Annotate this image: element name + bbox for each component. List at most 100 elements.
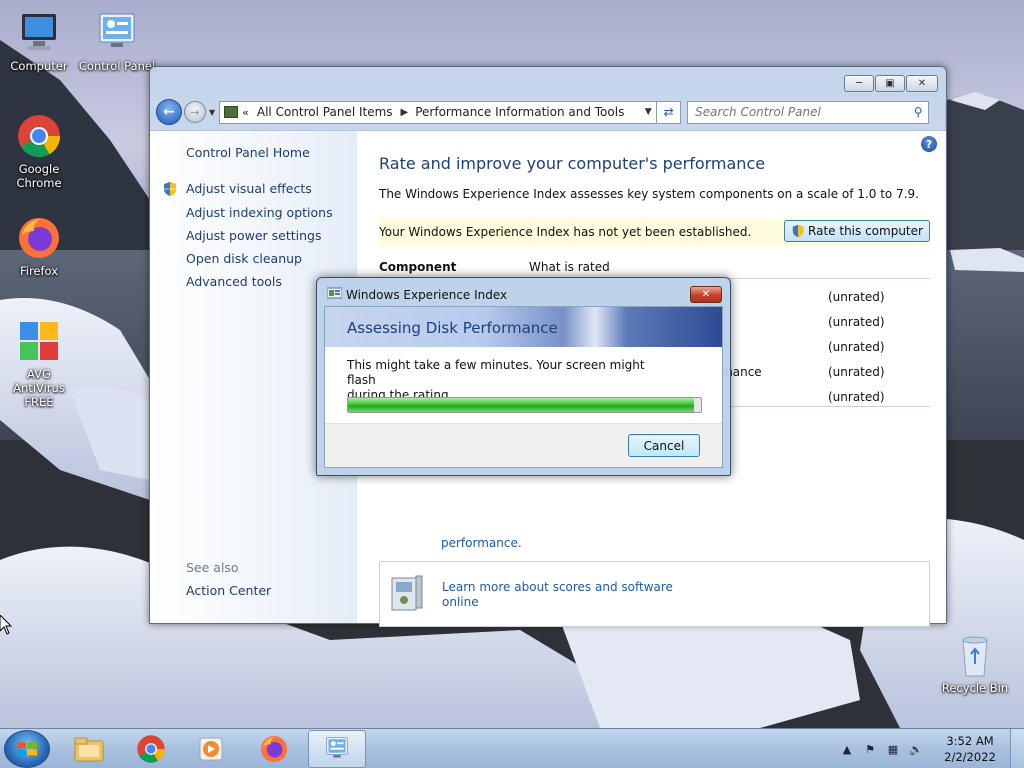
dialog-body: Assessing Disk Performance This might ta…	[324, 306, 723, 468]
breadcrumb-item[interactable]: All Control Panel Items	[257, 105, 393, 119]
page-description: The Windows Experience Index assesses ke…	[379, 187, 919, 201]
system-tray: ▲ ⚑ ▦ 🔈 3:52 AM 2/2/2022	[838, 729, 1024, 768]
desktop-icon-label: Control Panel	[78, 59, 156, 73]
show-desktop-button[interactable]	[1010, 729, 1024, 768]
search-box[interactable]: ⚲	[687, 100, 930, 124]
wei-notice-text: Your Windows Experience Index has not ye…	[379, 225, 752, 239]
learn-more-line: Learn more about scores and software	[442, 580, 673, 594]
firefox-icon	[260, 735, 288, 763]
component-table-header: Component What is rated	[379, 257, 930, 279]
avg-antivirus-icon	[16, 318, 62, 364]
recycle-bin-icon	[952, 632, 998, 678]
address-bar[interactable]: « All Control Panel Items ▶ Performance …	[219, 100, 658, 124]
dialog-title: Windows Experience Index	[346, 288, 508, 302]
network-icon[interactable]: ▦	[884, 743, 902, 756]
cancel-button[interactable]: Cancel	[628, 434, 700, 457]
desktop-icon-label: Recycle Bin	[941, 681, 1009, 695]
search-icon[interactable]: ⚲	[908, 105, 928, 119]
desktop-icon-google-chrome[interactable]: Google Chrome	[0, 113, 78, 190]
chrome-icon	[137, 735, 165, 763]
table-cell-score: (unrated)	[828, 390, 885, 404]
desktop-icon-recycle-bin[interactable]: Recycle Bin	[936, 632, 1014, 695]
clock-time: 3:52 AM	[946, 734, 994, 748]
desktop-icon-label: Firefox	[19, 264, 59, 278]
taskbar-media-player-button[interactable]	[182, 730, 240, 768]
desktop-icon-control-panel[interactable]: Control Panel	[78, 10, 156, 73]
taskbar-control-panel-button[interactable]	[308, 730, 366, 768]
assessment-progress-bar	[347, 397, 702, 413]
table-cell-score: (unrated)	[828, 315, 885, 329]
see-also-heading: See also	[186, 560, 239, 575]
windows-logo-icon	[17, 742, 37, 756]
refresh-button[interactable]: ⇄	[657, 100, 682, 124]
learn-more-box: Learn more about scores and software onl…	[379, 561, 930, 627]
rate-this-computer-button[interactable]: Rate this computer	[784, 220, 930, 242]
forward-button[interactable]: →	[184, 101, 206, 123]
computer-icon	[16, 10, 62, 56]
volume-icon[interactable]: 🔈	[907, 743, 925, 756]
breadcrumb-overflow-icon[interactable]: «	[242, 106, 249, 119]
taskbar-explorer-button[interactable]	[60, 730, 118, 768]
recent-pages-dropdown[interactable]: ▼	[209, 108, 215, 117]
desktop-icon-avg-antivirus[interactable]: AVG AntiVirus FREE	[0, 318, 78, 409]
desktop-icon-label: AVG AntiVirus FREE	[13, 367, 65, 409]
desktop-icon-label: Google Chrome	[16, 162, 62, 190]
desktop-icon-computer[interactable]: Computer	[0, 10, 78, 73]
back-button[interactable]: ←	[156, 99, 182, 125]
dialog-heading: Assessing Disk Performance	[347, 319, 558, 337]
back-arrow-icon: ←	[163, 104, 175, 120]
table-cell-score: (unrated)	[828, 365, 885, 379]
maximize-button[interactable]: ▣	[875, 75, 905, 92]
taskbar-chrome-button[interactable]	[122, 730, 180, 768]
rate-button-label: Rate this computer	[808, 224, 923, 238]
clock[interactable]: 3:52 AM 2/2/2022	[930, 733, 1010, 765]
close-button[interactable]: ✕	[906, 75, 938, 92]
address-dropdown-icon[interactable]: ▼	[640, 107, 656, 117]
taskbar: ▲ ⚑ ▦ 🔈 3:52 AM 2/2/2022	[0, 728, 1024, 768]
dialog-footer: Cancel	[325, 423, 722, 467]
page-title: Rate and improve your computer's perform…	[379, 154, 766, 173]
navigation-bar: ← → ▼ « All Control Panel Items ▶ Perfor…	[156, 98, 938, 126]
search-input[interactable]	[695, 105, 909, 119]
action-center-link[interactable]: Action Center	[186, 583, 271, 598]
adjust-indexing-options-link[interactable]: Adjust indexing options	[186, 205, 333, 220]
taskbar-firefox-button[interactable]	[245, 730, 303, 768]
control-panel-home-link[interactable]: Control Panel Home	[186, 145, 310, 160]
table-cell-score: (unrated)	[828, 290, 885, 304]
wei-notice-bar: Your Windows Experience Index has not ye…	[379, 218, 930, 246]
refresh-icon: ⇄	[663, 105, 674, 119]
desktop-icon-firefox[interactable]: Firefox	[0, 215, 78, 278]
start-button[interactable]	[4, 730, 50, 768]
folder-icon	[74, 737, 104, 762]
progress-fill	[348, 398, 694, 412]
help-icon[interactable]: ?	[921, 136, 937, 152]
column-header-component: Component	[379, 260, 457, 274]
advanced-tools-link[interactable]: Advanced tools	[186, 274, 282, 289]
show-hidden-icons-icon[interactable]: ▲	[838, 743, 856, 756]
close-icon: ✕	[701, 289, 711, 300]
adjust-power-settings-link[interactable]: Adjust power settings	[186, 228, 322, 243]
breadcrumb-separator-icon[interactable]: ▶	[401, 107, 409, 118]
minimize-button[interactable]: ─	[844, 75, 874, 92]
tips-link-partial[interactable]: performance.	[441, 536, 522, 550]
chrome-icon	[16, 113, 62, 159]
clock-date: 2/2/2022	[944, 750, 996, 764]
learn-more-line: online	[442, 595, 479, 609]
open-disk-cleanup-link[interactable]: Open disk cleanup	[186, 251, 302, 266]
learn-more-link[interactable]: Learn more about scores and software onl…	[442, 580, 673, 610]
table-cell-score: (unrated)	[828, 340, 885, 354]
wei-title-icon	[327, 287, 342, 299]
control-panel-small-icon	[224, 106, 239, 118]
action-center-flag-icon[interactable]: ⚑	[861, 743, 879, 756]
control-panel-icon	[94, 10, 140, 56]
dialog-close-button[interactable]: ✕	[690, 286, 722, 303]
dialog-banner: Assessing Disk Performance	[325, 307, 722, 347]
window-controls: ─ ▣ ✕	[844, 75, 938, 92]
control-panel-icon	[326, 737, 348, 758]
adjust-visual-effects-link[interactable]: Adjust visual effects	[186, 181, 312, 196]
firefox-icon	[16, 215, 62, 261]
breadcrumb-item[interactable]: Performance Information and Tools	[415, 105, 624, 119]
desktop-icon-label: Computer	[10, 59, 68, 73]
book-icon	[391, 575, 423, 611]
column-header-what-is-rated: What is rated	[529, 260, 610, 274]
